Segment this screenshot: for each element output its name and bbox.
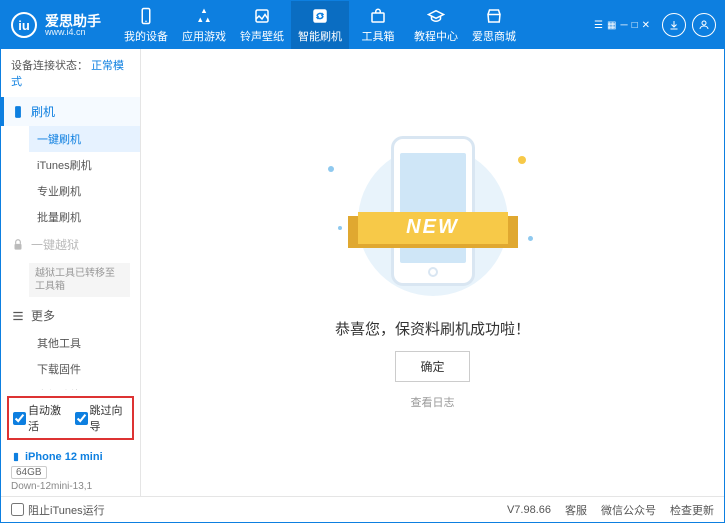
minimize-icon[interactable]: ─ <box>620 20 627 31</box>
checkbox-block-itunes[interactable]: 阻止iTunes运行 <box>11 502 105 518</box>
store-icon <box>485 7 503 25</box>
sidebar-item-one-click[interactable]: 一键刷机 <box>29 126 140 152</box>
sidebar-item-download-fw[interactable]: 下载固件 <box>29 356 140 382</box>
refresh-icon <box>311 7 329 25</box>
options-highlight: 自动激活 跳过向导 <box>7 396 134 440</box>
apps-icon <box>195 7 213 25</box>
tab-smart-flash[interactable]: 智能刷机 <box>291 1 349 49</box>
titlebar: iu 爱思助手 www.i4.cn 我的设备 应用游戏 铃声壁纸 智能刷机 工具… <box>1 1 724 49</box>
device-capacity: 64GB <box>11 466 47 479</box>
tab-ringtones[interactable]: 铃声壁纸 <box>233 1 291 49</box>
wallpaper-icon <box>253 7 271 25</box>
tab-label: 爱思商城 <box>472 28 516 44</box>
sidebar-item-advanced[interactable]: 高级功能 <box>29 382 140 390</box>
tab-store[interactable]: 爱思商城 <box>465 1 523 49</box>
tab-label: 应用游戏 <box>182 28 226 44</box>
confirm-button[interactable]: 确定 <box>395 351 469 382</box>
app-window: iu 爱思助手 www.i4.cn 我的设备 应用游戏 铃声壁纸 智能刷机 工具… <box>0 0 725 523</box>
success-message: 恭喜您，保资料刷机成功啦！ <box>335 318 530 339</box>
window-controls: ☰ ▦ ─ □ ✕ <box>594 13 724 37</box>
footer: 阻止iTunes运行 V7.98.66 客服 微信公众号 检查更新 <box>1 496 724 522</box>
sidebar-item-itunes[interactable]: iTunes刷机 <box>29 152 140 178</box>
tab-tutorial[interactable]: 教程中心 <box>407 1 465 49</box>
section-label: 刷机 <box>31 103 55 120</box>
download-button[interactable] <box>662 13 686 37</box>
logo-icon: iu <box>11 12 37 38</box>
sidebar-item-batch[interactable]: 批量刷机 <box>29 204 140 230</box>
phone-icon <box>137 7 155 25</box>
footer-wechat[interactable]: 微信公众号 <box>601 502 656 518</box>
tab-toolbox[interactable]: 工具箱 <box>349 1 407 49</box>
tab-apps-games[interactable]: 应用游戏 <box>175 1 233 49</box>
app-url: www.i4.cn <box>45 28 101 37</box>
window-buttons: ☰ ▦ ─ □ ✕ <box>594 20 656 31</box>
device-name: iPhone 12 mini <box>11 450 130 464</box>
tab-label: 教程中心 <box>414 28 458 44</box>
connection-status: 设备连接状态： 正常模式 <box>1 49 140 97</box>
sidebar-section-jailbreak[interactable]: 一键越狱 <box>1 230 140 259</box>
footer-version: V7.98.66 <box>507 504 551 516</box>
menu-icon <box>11 309 25 323</box>
graduation-icon <box>427 7 445 25</box>
footer-service[interactable]: 客服 <box>565 502 587 518</box>
sidebar: 设备连接状态： 正常模式 刷机 一键刷机 iTunes刷机 专业刷机 批量刷机 … <box>1 49 141 496</box>
nav-tabs: 我的设备 应用游戏 铃声壁纸 智能刷机 工具箱 教程中心 爱思商城 <box>117 1 594 49</box>
jailbreak-note: 越狱工具已转移至工具箱 <box>29 263 130 297</box>
device-info[interactable]: iPhone 12 mini 64GB Down-12mini-13,1 <box>1 446 140 496</box>
lock-icon <box>11 238 25 252</box>
footer-update[interactable]: 检查更新 <box>670 502 714 518</box>
maximize-icon[interactable]: □ <box>632 20 638 31</box>
main-content: NEW 恭喜您，保资料刷机成功啦！ 确定 查看日志 <box>141 49 724 496</box>
tab-label: 工具箱 <box>362 28 395 44</box>
tab-label: 铃声壁纸 <box>240 28 284 44</box>
sidebar-item-other-tools[interactable]: 其他工具 <box>29 330 140 356</box>
checkbox-skip-guide[interactable]: 跳过向导 <box>75 402 129 434</box>
user-button[interactable] <box>692 13 716 37</box>
view-log-link[interactable]: 查看日志 <box>411 394 455 410</box>
device-desc: Down-12mini-13,1 <box>11 481 130 492</box>
phone-icon <box>11 105 25 119</box>
tab-my-device[interactable]: 我的设备 <box>117 1 175 49</box>
logo: iu 爱思助手 www.i4.cn <box>1 12 111 38</box>
sidebar-section-more[interactable]: 更多 <box>1 301 140 330</box>
close-icon[interactable]: ✕ <box>642 20 650 31</box>
app-name: 爱思助手 <box>45 14 101 28</box>
tab-label: 我的设备 <box>124 28 168 44</box>
tab-label: 智能刷机 <box>298 28 342 44</box>
sidebar-item-pro[interactable]: 专业刷机 <box>29 178 140 204</box>
toolbox-icon <box>369 7 387 25</box>
lock-icon[interactable]: ▦ <box>607 20 616 31</box>
section-label: 更多 <box>31 307 55 324</box>
checkbox-auto-activate[interactable]: 自动激活 <box>13 402 67 434</box>
menu-icon[interactable]: ☰ <box>594 20 603 31</box>
success-illustration: NEW <box>358 136 508 306</box>
body: 设备连接状态： 正常模式 刷机 一键刷机 iTunes刷机 专业刷机 批量刷机 … <box>1 49 724 496</box>
section-label: 一键越狱 <box>31 236 79 253</box>
sidebar-section-flash[interactable]: 刷机 <box>1 97 140 126</box>
